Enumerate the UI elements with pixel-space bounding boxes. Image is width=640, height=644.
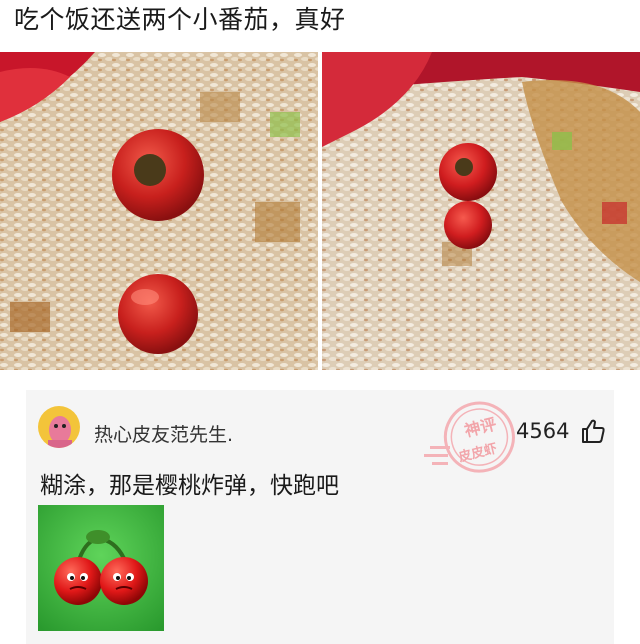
food-photo-left[interactable] [0, 52, 318, 370]
post-title: 吃个饭还送两个小番茄，真好 [14, 5, 346, 34]
comment-username[interactable]: 热心皮友范先生. [94, 420, 233, 447]
watermark-stamp: 神评 皮皮虾 [418, 394, 526, 486]
thumbs-up-icon[interactable] [580, 418, 606, 444]
comment-card: 热心皮友范先生. 神评 皮皮虾 4564 糊涂，那是樱桃炸弹，快跑吧 [26, 390, 614, 644]
user-avatar[interactable] [38, 406, 80, 448]
cherry-bomb-image[interactable] [38, 505, 164, 631]
comment-text: 糊涂，那是樱桃炸弹，快跑吧 [40, 473, 339, 499]
like-count: 4564 [516, 419, 570, 443]
photo-grid [0, 52, 640, 370]
food-photo-right[interactable] [322, 52, 640, 370]
